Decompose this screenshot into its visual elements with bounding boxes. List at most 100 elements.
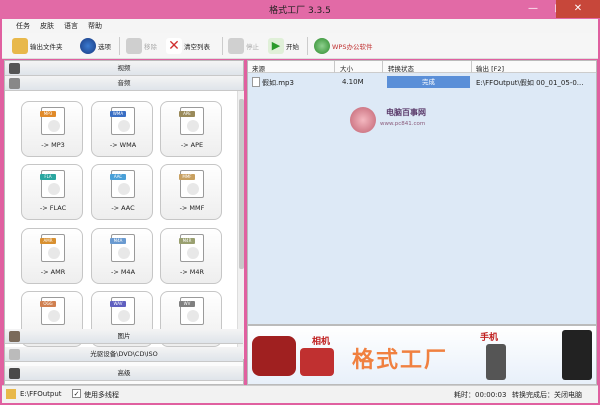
menu-help[interactable]: 帮助 — [88, 21, 102, 31]
rose-icon — [350, 107, 376, 133]
category-advanced-label: 高级 — [117, 369, 131, 377]
file-doc-icon: APE — [179, 107, 204, 135]
scroll-thumb[interactable] — [239, 99, 244, 269]
format-button-ape[interactable]: APE -> APE — [160, 101, 222, 157]
row-status-progress: 完成 — [387, 76, 470, 88]
wave-icon — [118, 310, 130, 322]
format-button-m4a[interactable]: M4A -> M4A — [91, 228, 153, 284]
format-tag: WMA — [110, 111, 126, 117]
format-label: -> APE — [180, 141, 204, 149]
column-header-source[interactable]: 来源 — [252, 63, 265, 73]
table-header: 来源 大小 转换状态 输出 [F2] — [248, 61, 596, 73]
format-button-wma[interactable]: WMA -> WMA — [91, 101, 153, 157]
remove-label: 移除 — [144, 43, 157, 51]
start-icon: ▶ — [268, 38, 284, 54]
format-button-aac[interactable]: AAC -> AAC — [91, 164, 153, 220]
format-grid: MP3 -> MP3 WMA -> WMA APE -> APE FLA -> FLAC AAC… — [5, 91, 237, 359]
category-panel: 视频 音频 MP3 -> MP3 WMA -> WMA APE -> APE FLA -> F… — [4, 60, 244, 385]
multithread-checkbox[interactable]: ✓ — [72, 389, 81, 398]
phone-icon — [187, 183, 199, 195]
audio-file-icon — [252, 77, 260, 87]
category-rom-label: 光驱设备\DVD\CD\ISO — [90, 350, 158, 358]
row-source: 假如.mp3 — [262, 79, 294, 87]
remove-button[interactable]: 移除 — [126, 36, 157, 56]
close-button[interactable]: ✕ — [556, 0, 600, 18]
category-video[interactable]: 视频 — [5, 61, 243, 76]
format-label: -> M4A — [110, 268, 136, 276]
format-button-mp3[interactable]: MP3 -> MP3 — [21, 101, 83, 157]
clear-icon: ✕ — [166, 38, 182, 54]
clear-list-button[interactable]: ✕ 清空列表 — [166, 36, 210, 56]
task-list: 来源 大小 转换状态 输出 [F2] 假如.mp3 4.10M 完成 E:\FF… — [247, 60, 597, 325]
site-watermark: 电脑百事网 www.pc841.com — [350, 105, 500, 139]
format-tag: AMR — [40, 238, 56, 244]
stop-label: 停止 — [246, 43, 259, 51]
format-button-amr[interactable]: AMR -> AMR — [21, 228, 83, 284]
category-rom[interactable]: 光驱设备\DVD\CD\ISO — [5, 347, 243, 362]
smartphone-icon — [562, 330, 592, 380]
file-doc-icon: MP3 — [40, 107, 65, 135]
format-label: -> AAC — [111, 204, 135, 212]
wave-icon — [187, 310, 199, 322]
row-output: E:\FFOutput\假如 00_01_05-0... — [476, 79, 584, 87]
table-row[interactable]: 假如.mp3 4.10M 完成 E:\FFOutput\假如 00_01_05-… — [250, 76, 595, 89]
column-header-output[interactable]: 输出 [F2] — [476, 63, 504, 73]
file-doc-icon: MMF — [179, 170, 204, 198]
output-path[interactable]: E:\FFOutput — [20, 390, 62, 398]
disc-icon — [9, 349, 20, 360]
ogg-icon — [48, 310, 60, 322]
format-button-fla[interactable]: FLA -> FLAC — [21, 164, 83, 220]
menu-language[interactable]: 语言 — [64, 21, 78, 31]
status-bar: E:\FFOutput ✓ 使用多线程 耗时：00:00:03 转换完成后：关闭… — [2, 385, 598, 403]
menu-bar: 任务 皮肤 语言 帮助 — [2, 19, 598, 33]
after-convert-action[interactable]: 转换完成后：关闭电脑 — [512, 390, 582, 400]
music-icon — [9, 78, 20, 89]
options-icon — [80, 38, 96, 54]
column-header-status[interactable]: 转换状态 — [388, 63, 414, 73]
toolbar: 输出文件夹 选项 移除 ✕ 清空列表 停止 ▶ 开始 WPS办公软件 — [2, 33, 598, 59]
format-scrollbar[interactable] — [237, 91, 244, 359]
format-label: -> M4R — [179, 268, 205, 276]
column-header-size[interactable]: 大小 — [340, 63, 353, 73]
film-icon — [9, 63, 20, 74]
format-tag: MP3 — [40, 111, 56, 117]
wps-button[interactable]: WPS办公软件 — [314, 36, 372, 56]
phone-icon — [486, 344, 506, 380]
title-bar[interactable]: 格式工厂 3.3.5 — □ ✕ — [0, 0, 600, 19]
format-label: -> AMR — [40, 268, 66, 276]
speaker-icon — [187, 120, 199, 132]
start-button[interactable]: ▶ 开始 — [268, 36, 299, 56]
toolbar-divider — [222, 37, 223, 55]
stop-button[interactable]: 停止 — [228, 36, 259, 56]
menu-task[interactable]: 任务 — [16, 21, 30, 31]
menu-skin[interactable]: 皮肤 — [40, 21, 54, 31]
column-divider — [382, 61, 383, 73]
ad-banner[interactable]: 相机 格式工厂 手机 — [247, 325, 597, 385]
file-doc-icon: OGG — [40, 297, 65, 325]
toolbar-divider — [119, 37, 120, 55]
column-divider — [471, 61, 472, 73]
stop-icon — [228, 38, 244, 54]
format-tag: AAC — [110, 174, 126, 180]
camera-icon — [300, 348, 334, 376]
format-button-m4r[interactable]: M4R -> M4R — [160, 228, 222, 284]
file-doc-icon: FLA — [40, 170, 65, 198]
format-label: -> MMF — [179, 204, 205, 212]
file-doc-icon: WV — [179, 297, 204, 325]
format-label: -> FLAC — [39, 204, 67, 212]
format-button-mmf[interactable]: MMF -> MMF — [160, 164, 222, 220]
output-folder-button[interactable]: 输出文件夹 — [12, 36, 63, 56]
category-audio[interactable]: 音频 — [5, 76, 243, 91]
output-folder-label: 输出文件夹 — [30, 43, 63, 51]
start-label: 开始 — [286, 43, 299, 51]
file-doc-icon: AMR — [40, 234, 65, 262]
format-tag: M4A — [110, 238, 126, 244]
format-tag: FLA — [40, 174, 56, 180]
brand-title: 格式工厂 — [352, 348, 449, 373]
options-button[interactable]: 选项 — [80, 36, 111, 56]
folder-icon — [6, 389, 16, 399]
minimize-button[interactable]: — — [520, 0, 546, 18]
category-advanced[interactable]: 高级 — [5, 366, 243, 381]
remove-icon — [126, 38, 142, 54]
category-picture[interactable]: 图片 — [5, 329, 243, 344]
